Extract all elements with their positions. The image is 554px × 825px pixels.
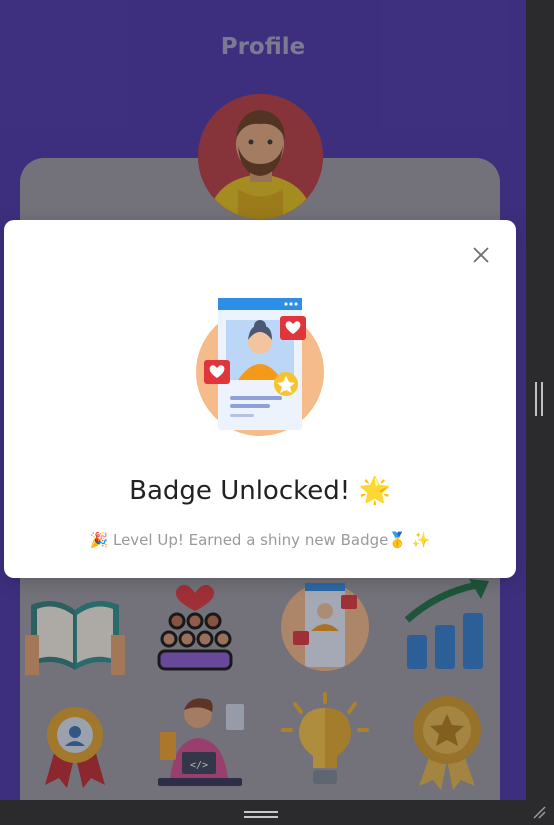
close-button[interactable] bbox=[470, 244, 492, 266]
scrollbar-thumb[interactable] bbox=[535, 382, 543, 416]
close-icon bbox=[473, 247, 489, 263]
resize-grip-icon[interactable] bbox=[532, 805, 546, 819]
social-profile-badge-icon bbox=[196, 298, 324, 436]
modal-subtitle: 🎉 Level Up! Earned a shiny new Badge🥇 ✨ bbox=[89, 531, 431, 549]
bottom-drag-handle[interactable] bbox=[244, 811, 278, 818]
badge-illustration bbox=[194, 298, 326, 438]
modal-title: Badge Unlocked! 🌟 bbox=[129, 476, 391, 506]
badge-unlocked-modal: Badge Unlocked! 🌟 🎉 Level Up! Earned a s… bbox=[4, 220, 516, 578]
